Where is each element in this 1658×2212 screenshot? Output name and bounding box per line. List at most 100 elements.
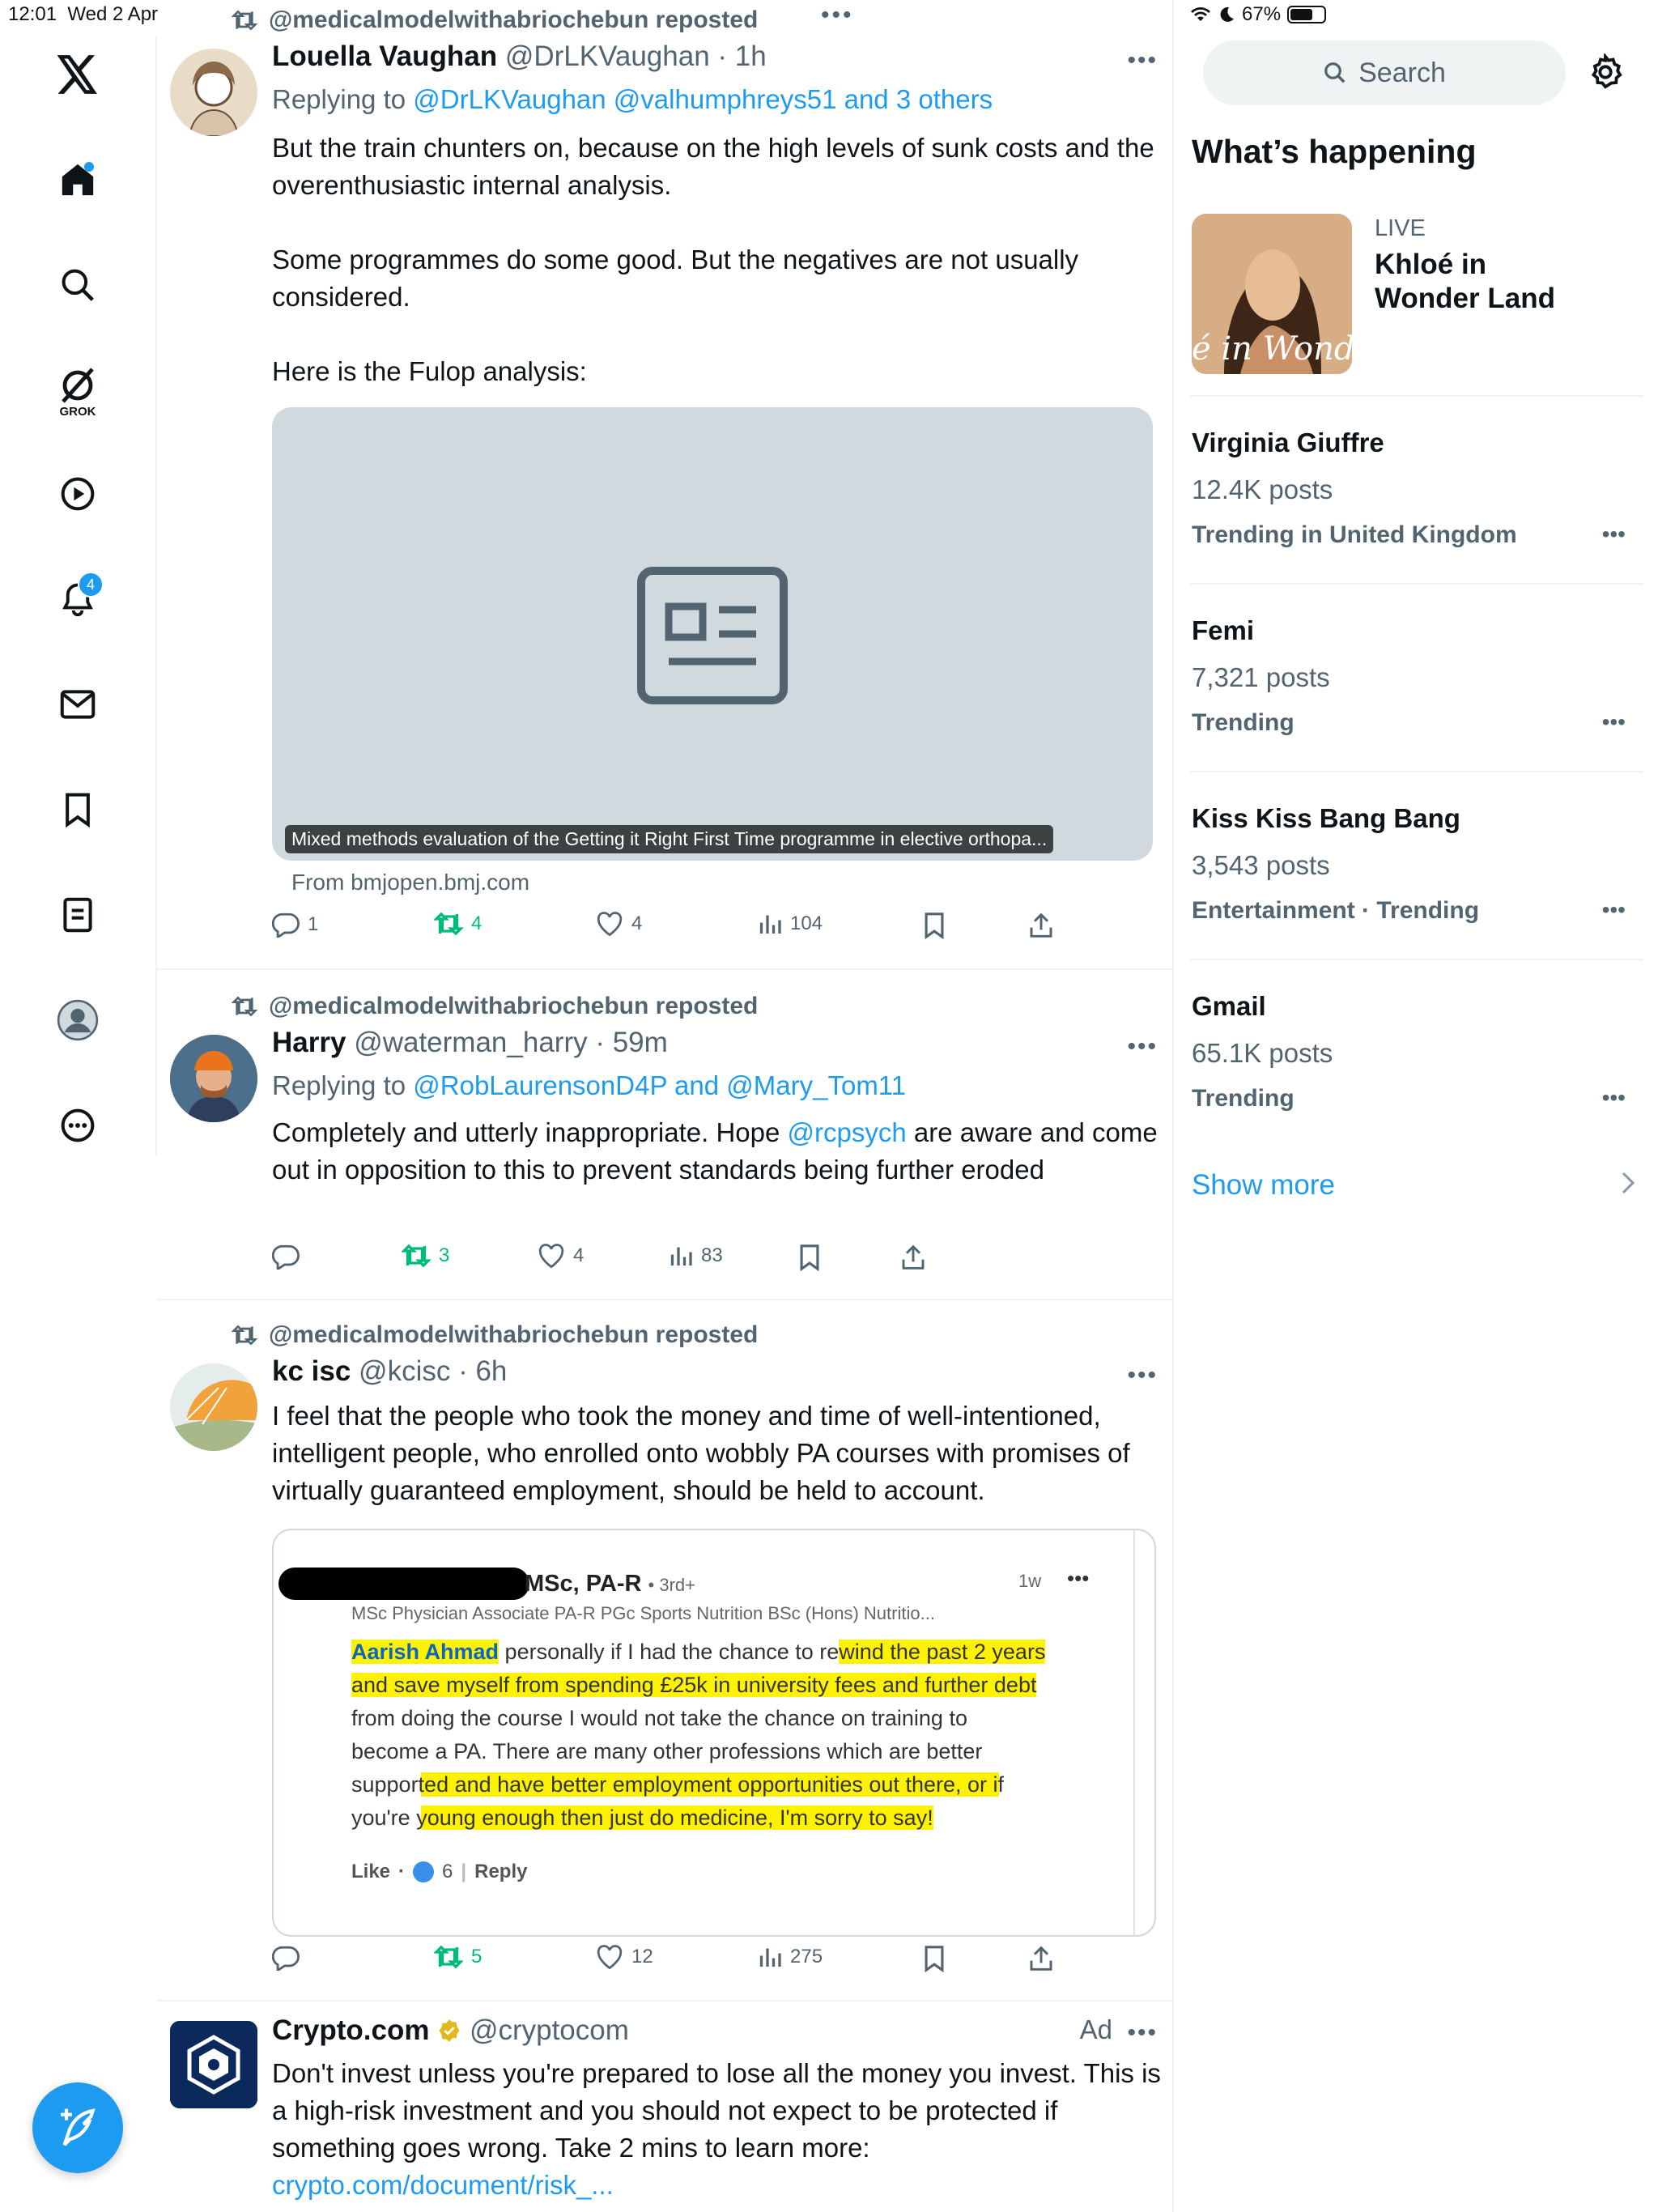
settings-gear-icon[interactable] (1587, 53, 1624, 91)
more-icon[interactable] (53, 1101, 102, 1150)
replying-to: Replying to @RobLaurensonD4P and @Mary_T… (272, 1070, 907, 1100)
author-handle[interactable]: @waterman_harry (354, 1027, 587, 1058)
replying-to-link[interactable]: @Mary_Tom11 (726, 1070, 906, 1100)
share-button[interactable] (1028, 912, 1054, 939)
reply-button[interactable] (272, 1945, 308, 1971)
bookmark-button[interactable] (798, 1244, 821, 1271)
ad-link[interactable]: crypto.com/document/risk_... (272, 2170, 614, 2200)
avatar[interactable] (170, 1035, 257, 1122)
author-name[interactable]: Harry (272, 1027, 346, 1058)
live-thumbnail[interactable]: é in Wonder L (1192, 214, 1352, 374)
share-icon (902, 1244, 925, 1270)
mention-link[interactable]: @rcpsych (788, 1117, 907, 1147)
views-button[interactable]: 275 (758, 1945, 823, 1969)
post-louella[interactable]: @medicalmodelwithabriochebun reposted Lo… (157, 0, 1172, 970)
repost-button[interactable]: 5 (434, 1945, 482, 1969)
post-more-icon[interactable]: ••• (1127, 1033, 1158, 1061)
replying-to-link[interactable]: @DrLKVaughan @valhumphreys51 and 3 other… (413, 84, 993, 114)
reply-button[interactable] (272, 1244, 308, 1270)
live-title[interactable]: Khloé in Wonder Land (1375, 248, 1585, 316)
bookmark-icon (800, 1244, 819, 1271)
views-button[interactable]: 104 (758, 912, 823, 936)
post-more-icon[interactable]: ••• (1127, 47, 1158, 74)
trend-item[interactable]: Femi 7,321 posts Trending ••• (1190, 583, 1643, 771)
post-more-icon[interactable]: ••• (1127, 2019, 1158, 2047)
author-name[interactable]: Crypto.com (272, 2014, 429, 2046)
search-icon (1324, 62, 1346, 83)
bookmark-icon (925, 1946, 944, 1972)
grok-label: GROK (59, 404, 96, 419)
live-overlay-text: é in Wonder L (1192, 330, 1352, 368)
author-name[interactable]: Louella Vaughan (272, 40, 497, 72)
chevron-right-icon (1621, 1171, 1635, 1195)
view-count: 83 (701, 1244, 723, 1266)
embedded-image[interactable]: MSc, PA-R • 3rd+ 1w ••• MSc Physician As… (272, 1529, 1156, 1937)
play-icon[interactable] (53, 470, 102, 518)
trend-more-icon[interactable]: ••• (1602, 709, 1626, 735)
post-kcisc[interactable]: @medicalmodelwithabriochebun reposted kc… (157, 1300, 1172, 2001)
post-actions: 3 4 83 (272, 1244, 1049, 1279)
author-name[interactable]: kc isc (272, 1355, 351, 1387)
bookmark-icon[interactable] (53, 785, 102, 834)
like-button[interactable]: 4 (596, 912, 642, 936)
views-button[interactable]: 83 (669, 1244, 723, 1268)
repost-icon (434, 1945, 463, 1969)
trend-more-icon[interactable]: ••• (1602, 897, 1626, 923)
trend-count: 65.1K posts (1192, 1038, 1333, 1068)
view-count: 275 (790, 1946, 823, 1967)
post-header: Harry @waterman_harry · 59m (272, 1027, 668, 1058)
grok-icon[interactable]: GROK (53, 359, 102, 424)
trend-more-icon[interactable]: ••• (1602, 521, 1626, 547)
avatar[interactable] (170, 49, 257, 136)
avatar[interactable] (170, 1363, 257, 1451)
trend-more-icon[interactable]: ••• (1602, 1085, 1626, 1111)
wifi-icon (1190, 6, 1211, 23)
views-icon (759, 915, 781, 934)
compose-post-button[interactable] (32, 2082, 123, 2173)
home-icon[interactable] (53, 155, 102, 204)
share-button[interactable] (900, 1244, 926, 1271)
x-logo-icon[interactable] (53, 50, 102, 99)
mail-icon[interactable] (53, 680, 102, 729)
repost-button[interactable]: 4 (434, 912, 482, 936)
redaction-bar (278, 1568, 529, 1600)
heart-icon (538, 1244, 564, 1268)
author-handle[interactable]: @cryptocom (470, 2014, 629, 2046)
avatar[interactable] (170, 2021, 257, 2108)
show-more-link[interactable]: Show more (1192, 1169, 1335, 1202)
repost-label: @medicalmodelwithabriochebun reposted (269, 6, 759, 33)
notifications-badge: 4 (78, 572, 104, 598)
card-source[interactable]: From bmjopen.bmj.com (291, 870, 529, 895)
post-harry[interactable]: @medicalmodelwithabriochebun reposted Ha… (157, 970, 1172, 1300)
author-handle[interactable]: @DrLKVaughan (505, 40, 710, 72)
article-icon (637, 567, 788, 704)
reply-button[interactable]: 1 (272, 912, 318, 938)
link-card[interactable]: Mixed methods evaluation of the Getting … (272, 407, 1153, 861)
trend-item[interactable]: Gmail 65.1K posts Trending ••• (1190, 959, 1643, 1146)
heart-icon (597, 912, 623, 936)
bookmark-icon (925, 912, 944, 939)
bookmark-button[interactable] (923, 1945, 946, 1972)
bell-icon[interactable]: 4 (53, 572, 104, 623)
share-button[interactable] (1028, 1945, 1054, 1972)
replying-to-link[interactable]: @RobLaurensonD4P (413, 1070, 667, 1100)
trend-name: Kiss Kiss Bang Bang (1192, 803, 1460, 833)
repost-button[interactable]: 3 (402, 1244, 449, 1268)
trend-count: 12.4K posts (1192, 474, 1333, 504)
trend-context: Trending (1192, 1085, 1295, 1112)
moon-icon (1218, 6, 1235, 23)
author-handle[interactable]: @kcisc (359, 1355, 450, 1387)
post-more-icon[interactable]: ••• (1127, 1362, 1158, 1389)
like-button[interactable]: 4 (538, 1244, 584, 1268)
post-paragraph: But the train chunters on, because on th… (272, 133, 1154, 200)
bookmark-button[interactable] (923, 912, 946, 939)
like-button[interactable]: 12 (596, 1945, 653, 1969)
profile-icon[interactable] (53, 996, 102, 1044)
trend-item[interactable]: Kiss Kiss Bang Bang 3,543 posts Entertai… (1190, 771, 1643, 959)
search-input[interactable]: Search (1203, 40, 1566, 105)
search-icon[interactable] (53, 261, 102, 309)
list-icon[interactable] (53, 891, 102, 939)
trend-item[interactable]: Virginia Giuffre 12.4K posts Trending in… (1190, 395, 1643, 583)
post-crypto-ad[interactable]: Crypto.com @cryptocom Ad ••• Don't inves… (157, 2001, 1172, 2212)
views-icon (670, 1247, 692, 1266)
